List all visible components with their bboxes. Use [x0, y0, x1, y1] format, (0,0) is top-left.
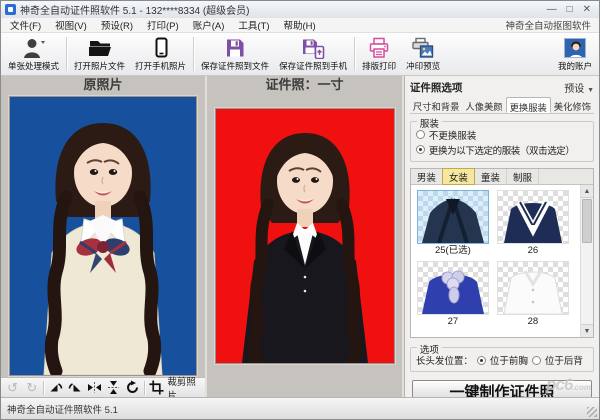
tab-retouch[interactable]: 美化修饰: [551, 97, 594, 113]
main-content: 原照片: [1, 76, 599, 397]
tab-change-clothes[interactable]: 更换服装: [506, 97, 551, 113]
menu-account[interactable]: 账户(A): [186, 18, 232, 32]
person-mode-icon: [22, 36, 46, 60]
rotate-right-icon[interactable]: [68, 380, 83, 396]
status-text: 神奇全自动证件照软件 5.1: [7, 402, 118, 416]
print-preview-button[interactable]: 冲印预览: [401, 34, 445, 74]
cloth-item-27[interactable]: 27: [417, 261, 489, 328]
minimize-button[interactable]: —: [547, 4, 557, 15]
open-phone-photo-button[interactable]: 打开手机照片: [130, 34, 191, 74]
menu-tools[interactable]: 工具(T): [231, 18, 276, 32]
close-button[interactable]: ✕: [583, 4, 591, 15]
clothes-scrollbar[interactable]: ▲ ▼: [580, 185, 593, 337]
redo-icon[interactable]: ↻: [24, 380, 39, 396]
clothes-list: 25(已选): [411, 185, 593, 337]
flip-vertical-icon[interactable]: [106, 380, 121, 396]
radio-hair-back[interactable]: [532, 356, 541, 365]
app-window: 神奇全自动证件照软件 5.1 - 132****8334 (超级会员) — □ …: [0, 0, 600, 420]
cloth-thumb-suit: [417, 190, 489, 244]
cloth-item-25[interactable]: 25(已选): [417, 190, 489, 257]
print-layout-icon: [368, 36, 390, 60]
open-folder-icon: [87, 36, 113, 60]
cloth-thumb-blue-jacket: [417, 261, 489, 315]
cloth-thumb-white-shirt: [497, 261, 569, 315]
title-bar: 神奇全自动证件照软件 5.1 - 132****8334 (超级会员) — □ …: [1, 1, 599, 18]
preset-dropdown[interactable]: 预设 ▼: [564, 80, 594, 95]
account-avatar: [564, 38, 586, 58]
window-title: 神奇全自动证件照软件 5.1 - 132****8334 (超级会员): [20, 2, 547, 17]
radio-hair-front[interactable]: [477, 356, 486, 365]
chevron-down-icon: ▼: [587, 87, 594, 94]
toolbar-separator: [354, 37, 355, 71]
print-preview-icon: [411, 36, 435, 60]
rotate-left-icon[interactable]: [48, 380, 63, 396]
menu-view[interactable]: 视图(V): [48, 18, 94, 32]
menu-help[interactable]: 帮助(H): [277, 18, 323, 32]
options-groupbox: 选项 长头发位置： 位于前胸 位于后背: [410, 347, 594, 372]
result-photo-panel: 证件照：一寸: [207, 76, 404, 397]
menu-print[interactable]: 打印(P): [140, 18, 186, 32]
category-uniform[interactable]: 制服: [507, 169, 539, 184]
undo-icon[interactable]: ↺: [5, 380, 20, 396]
result-photo[interactable]: [215, 108, 395, 364]
open-phone-icon: [150, 36, 172, 60]
cloth-thumb-sailor: [497, 190, 569, 244]
options-tabs: 尺寸和背景 人像美颜 更换服装 美化修饰: [410, 97, 594, 114]
my-account-button[interactable]: 我的账户: [553, 34, 597, 74]
category-men[interactable]: 男装: [411, 169, 443, 184]
result-photo-label: 证件照：一寸: [207, 76, 402, 96]
crop-icon: [149, 380, 164, 396]
clothes-category-box: 男装 女装 童装 制服: [410, 168, 594, 338]
original-photo-panel: 原照片: [1, 76, 207, 397]
original-photo[interactable]: [9, 96, 197, 376]
clothing-groupbox: 服装 不更换服装 更换为以下选定的服装（双击选定）: [410, 121, 594, 162]
save-to-phone-button[interactable]: 保存证件照到手机: [274, 34, 352, 74]
menu-preset[interactable]: 预设(R): [94, 18, 140, 32]
cloth-item-26[interactable]: 26: [497, 190, 569, 257]
scrollbar-thumb[interactable]: [582, 199, 592, 243]
flip-horizontal-icon[interactable]: [87, 380, 102, 396]
resize-grip[interactable]: [587, 407, 597, 417]
tab-beauty[interactable]: 人像美颜: [462, 97, 505, 113]
layout-print-button[interactable]: 排版打印: [357, 34, 401, 74]
scroll-up-icon[interactable]: ▲: [581, 185, 593, 198]
main-toolbar: 单张处理模式 打开照片文件 打开手机照片: [1, 33, 599, 76]
scroll-down-icon[interactable]: ▼: [581, 324, 593, 337]
status-bar: 神奇全自动证件照软件 5.1: [1, 397, 599, 419]
open-photo-button[interactable]: 打开照片文件: [69, 34, 130, 74]
other-software-link[interactable]: 神奇全自动抠图软件: [505, 18, 597, 32]
clothes-category-tabs: 男装 女装 童装 制服: [411, 169, 593, 185]
options-panel-title: 证件照选项: [410, 80, 463, 95]
original-photo-label: 原照片: [1, 76, 205, 96]
rotate-icon[interactable]: [125, 380, 140, 396]
radio-icon: [416, 145, 425, 154]
save-phone-icon: [301, 36, 325, 60]
category-kids[interactable]: 童装: [475, 169, 507, 184]
save-to-file-button[interactable]: 保存证件照到文件: [196, 34, 274, 74]
radio-icon: [416, 130, 425, 139]
id-photo-options-panel: 证件照选项 预设 ▼ 尺寸和背景 人像美颜 更换服装 美化修饰 服装 不更换服装: [404, 76, 599, 397]
app-icon: [5, 4, 16, 15]
cloth-item-28[interactable]: 28: [497, 261, 569, 328]
tab-size-background[interactable]: 尺寸和背景: [410, 97, 463, 113]
menu-file[interactable]: 文件(F): [3, 18, 48, 32]
category-women[interactable]: 女装: [442, 168, 475, 185]
menu-bar: 文件(F) 视图(V) 预设(R) 打印(P) 账户(A) 工具(T) 帮助(H…: [1, 18, 599, 33]
radio-change-clothes[interactable]: 更换为以下选定的服装（双击选定）: [416, 142, 588, 157]
photo-edit-toolbar: ↺ ↻: [1, 377, 205, 397]
save-file-icon: [224, 36, 246, 60]
single-mode-button[interactable]: 单张处理模式: [3, 34, 64, 74]
toolbar-separator: [193, 37, 194, 71]
toolbar-separator: [66, 37, 67, 71]
maximize-button[interactable]: □: [567, 4, 573, 15]
